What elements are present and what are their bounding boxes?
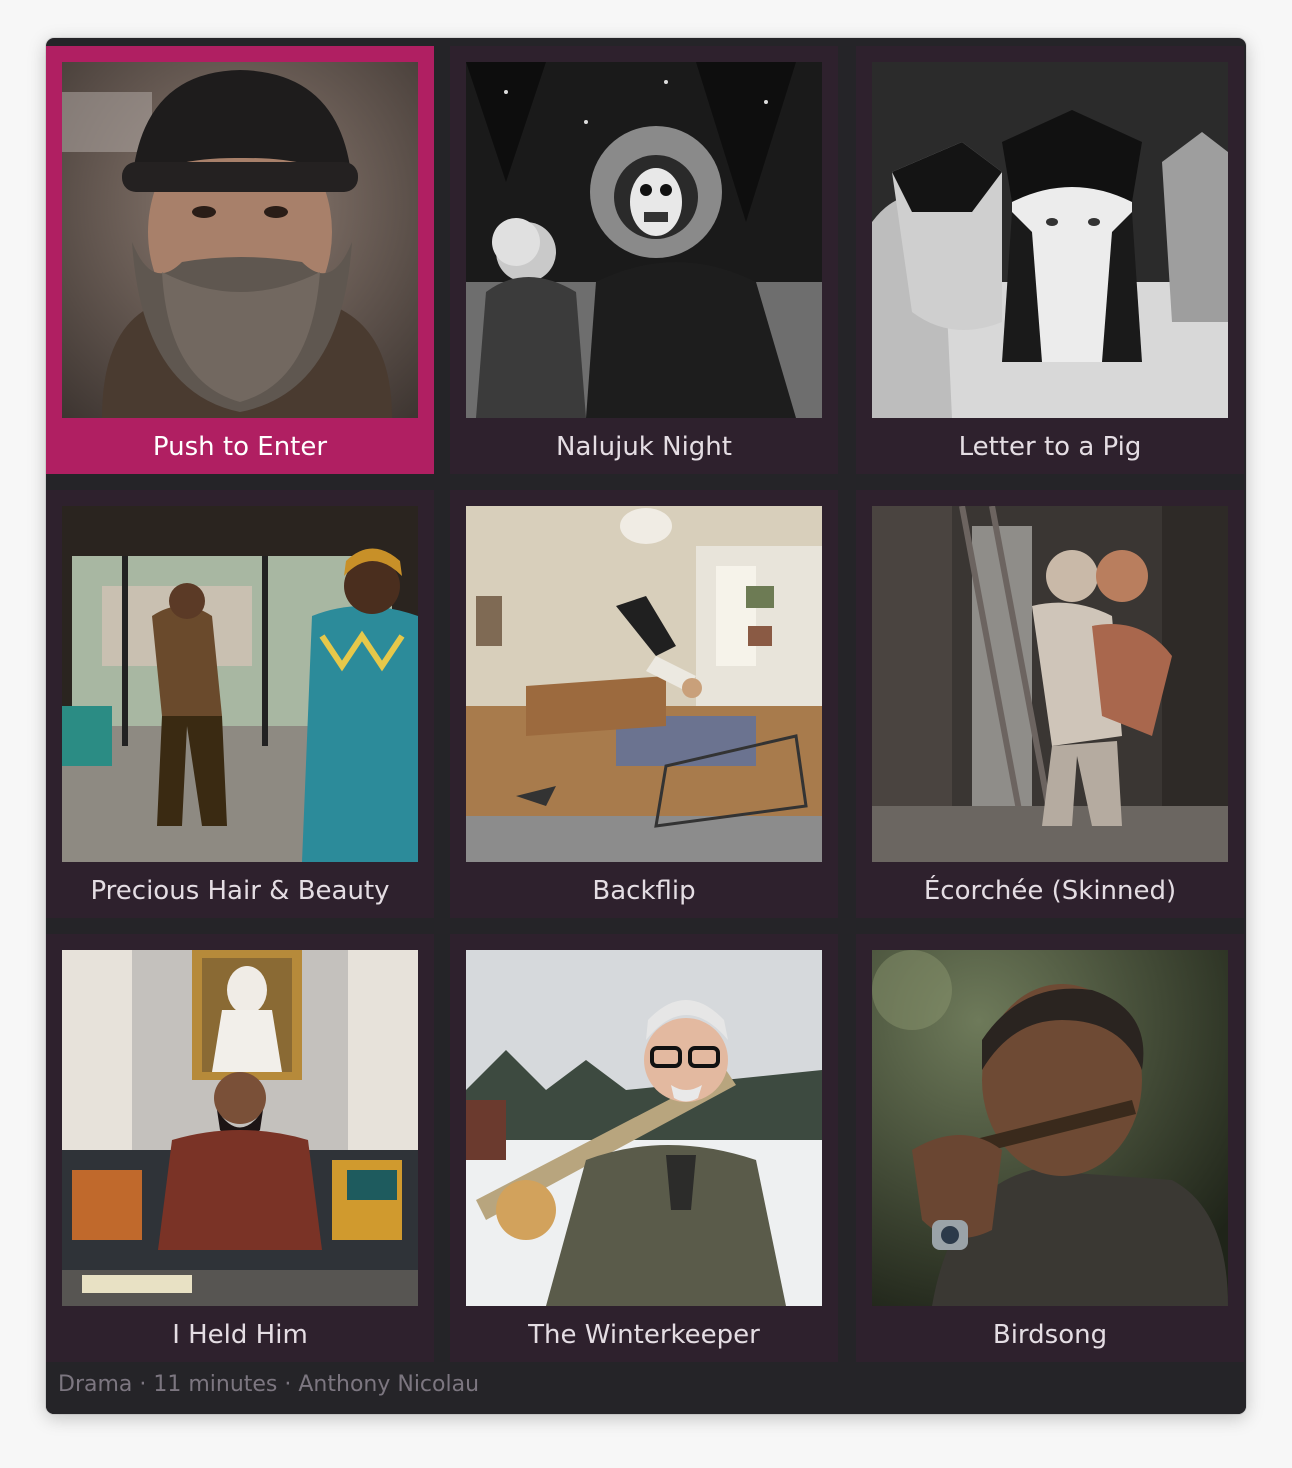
film-title: The Winterkeeper <box>528 1320 760 1350</box>
film-metadata-text: Drama · 11 minutes · Anthony Nicolau <box>58 1372 480 1397</box>
film-poster-backflip <box>466 506 822 862</box>
film-poster-the-winterkeeper <box>466 950 822 1306</box>
film-poster-birdsong <box>872 950 1228 1306</box>
film-tile-birdsong[interactable]: Birdsong <box>856 934 1244 1362</box>
status-bar: Drama · 11 minutes · Anthony Nicolau <box>46 1362 1246 1414</box>
film-browser-window: Push to Enter Nalujuk Night Letter to a … <box>46 38 1246 1414</box>
film-title: Birdsong <box>992 1320 1108 1350</box>
film-tile-precious-hair-beauty[interactable]: Precious Hair & Beauty <box>46 490 434 918</box>
film-tile-ecorchee-skinned[interactable]: Écorchée (Skinned) <box>856 490 1244 918</box>
film-poster-i-held-him <box>62 950 418 1306</box>
film-tile-nalujuk-night[interactable]: Nalujuk Night <box>450 46 838 474</box>
film-title: Precious Hair & Beauty <box>90 876 390 906</box>
film-title: Push to Enter <box>152 432 328 462</box>
film-grid: Push to Enter Nalujuk Night Letter to a … <box>46 46 1246 1362</box>
film-title: Backflip <box>592 876 696 906</box>
film-tile-push-to-enter[interactable]: Push to Enter <box>46 46 434 474</box>
film-title: I Held Him <box>172 1320 308 1350</box>
film-poster-precious-hair-beauty <box>62 506 418 862</box>
film-poster-letter-to-a-pig <box>872 62 1228 418</box>
film-poster-ecorchee-skinned <box>872 506 1228 862</box>
film-title: Écorchée (Skinned) <box>923 876 1177 906</box>
film-tile-the-winterkeeper[interactable]: The Winterkeeper <box>450 934 838 1362</box>
film-poster-push-to-enter <box>62 62 418 418</box>
film-tile-i-held-him[interactable]: I Held Him <box>46 934 434 1362</box>
film-tile-letter-to-a-pig[interactable]: Letter to a Pig <box>856 46 1244 474</box>
film-tile-backflip[interactable]: Backflip <box>450 490 838 918</box>
film-title: Letter to a Pig <box>958 432 1142 462</box>
film-title: Nalujuk Night <box>556 432 732 462</box>
film-poster-nalujuk-night <box>466 62 822 418</box>
